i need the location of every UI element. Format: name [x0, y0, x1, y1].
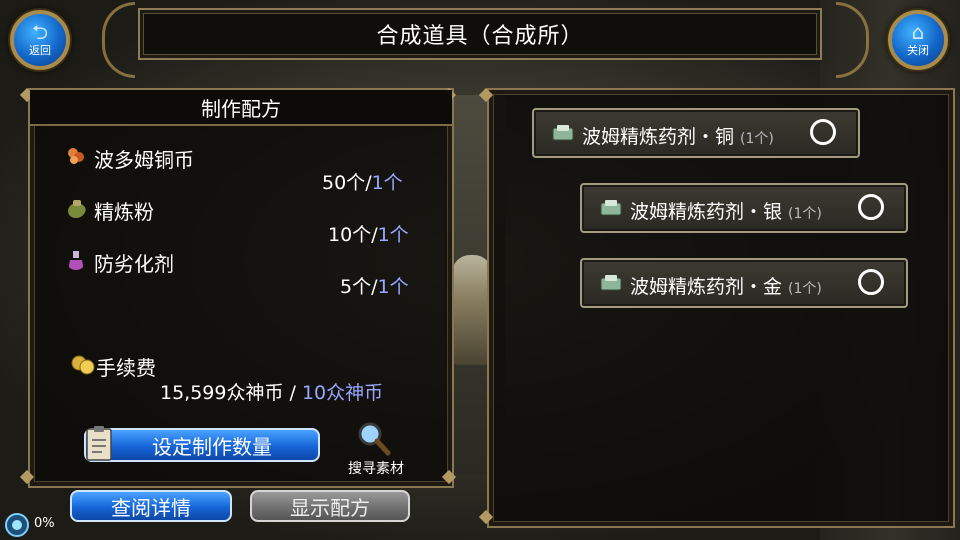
- ingredient-owned: 1个: [371, 172, 403, 194]
- ingredient-required: 10个: [328, 224, 372, 246]
- gold-coins-icon: [71, 355, 95, 375]
- back-button-label: 返回: [29, 44, 51, 57]
- potion-box-icon: [600, 200, 622, 216]
- ingredient-required: 50个: [322, 172, 366, 194]
- fee-value: 15,599众神币 / 10众神币: [160, 378, 383, 405]
- recipe-item[interactable]: 波姆精炼药剂・银 (1个): [580, 183, 908, 233]
- status-percent: 0%: [34, 516, 55, 531]
- set-quantity-button[interactable]: 设定制作数量: [84, 428, 320, 462]
- recipe-item-name: 波姆精炼药剂・金 (1个): [630, 272, 822, 299]
- potion-flask-icon: [68, 251, 84, 270]
- recipe-qty: (1个): [788, 206, 822, 222]
- close-button[interactable]: ⌂ 关闭: [888, 10, 948, 70]
- potion-box-icon: [552, 125, 574, 141]
- back-arrow-icon: ⮌: [31, 20, 49, 44]
- ingredient-name: 精炼粉: [94, 200, 154, 224]
- ingredient-name: 波多姆铜币: [94, 148, 194, 172]
- select-circle-icon[interactable]: [810, 119, 836, 145]
- fee-separator: /: [283, 382, 302, 404]
- magnifier-icon: [358, 422, 391, 456]
- ingredient-count: 50个/1个: [322, 168, 403, 195]
- select-circle-icon[interactable]: [858, 269, 884, 295]
- ingredient-name: 防劣化剂: [94, 252, 174, 276]
- recipe-name-text: 波姆精炼药剂・银: [630, 201, 783, 223]
- ingredient-required: 5个: [340, 276, 372, 298]
- window-title-text: 合成道具（合成所）: [376, 24, 584, 49]
- home-icon: ⌂: [911, 20, 925, 44]
- powder-bag-icon: [68, 200, 86, 218]
- refresh-circle-icon: [5, 513, 29, 537]
- show-recipe-label: 显示配方: [290, 495, 370, 520]
- view-details-label: 查阅详情: [111, 495, 191, 520]
- select-circle-icon[interactable]: [858, 194, 884, 220]
- fee-label: 手续费: [96, 356, 156, 380]
- clipboard-icon: [86, 426, 112, 461]
- recipe-item-name: 波姆精炼药剂・铜 (1个): [582, 122, 774, 149]
- recipe-item-name: 波姆精炼药剂・银 (1个): [630, 197, 822, 224]
- recipe-name-text: 波姆精炼药剂・铜: [582, 126, 735, 148]
- search-materials-button[interactable]: 搜寻素材: [340, 420, 412, 480]
- search-materials-label: 搜寻素材: [348, 461, 404, 477]
- recipe-item[interactable]: 波姆精炼药剂・金 (1个): [580, 258, 908, 308]
- fee-owned: 15,599众神币: [160, 382, 284, 404]
- recipe-qty: (1个): [788, 281, 822, 297]
- recipe-panel-title: 制作配方: [201, 96, 281, 121]
- ingredient-owned: 1个: [377, 224, 409, 246]
- set-quantity-label: 设定制作数量: [152, 434, 272, 459]
- ingredient-owned: 1个: [377, 276, 409, 298]
- show-recipe-button[interactable]: 显示配方: [250, 490, 410, 522]
- back-button[interactable]: ⮌ 返回: [10, 10, 70, 70]
- recipe-qty: (1个): [740, 131, 774, 147]
- scene-npc: [452, 255, 492, 365]
- recipe-panel-header: 制作配方: [30, 90, 452, 126]
- status-indicator: 0%: [4, 512, 64, 537]
- ingredient-count: 5个/1个: [340, 272, 409, 299]
- close-button-label: 关闭: [907, 44, 929, 57]
- coins-icon: [68, 148, 84, 164]
- recipe-name-text: 波姆精炼药剂・金: [630, 276, 783, 298]
- potion-box-icon: [600, 275, 622, 291]
- view-details-button[interactable]: 查阅详情: [70, 490, 232, 522]
- window-title: 合成道具（合成所）: [138, 8, 822, 60]
- fee-required: 10众神币: [301, 382, 384, 404]
- ingredient-count: 10个/1个: [328, 220, 409, 247]
- recipe-item[interactable]: 波姆精炼药剂・铜 (1个): [532, 108, 860, 158]
